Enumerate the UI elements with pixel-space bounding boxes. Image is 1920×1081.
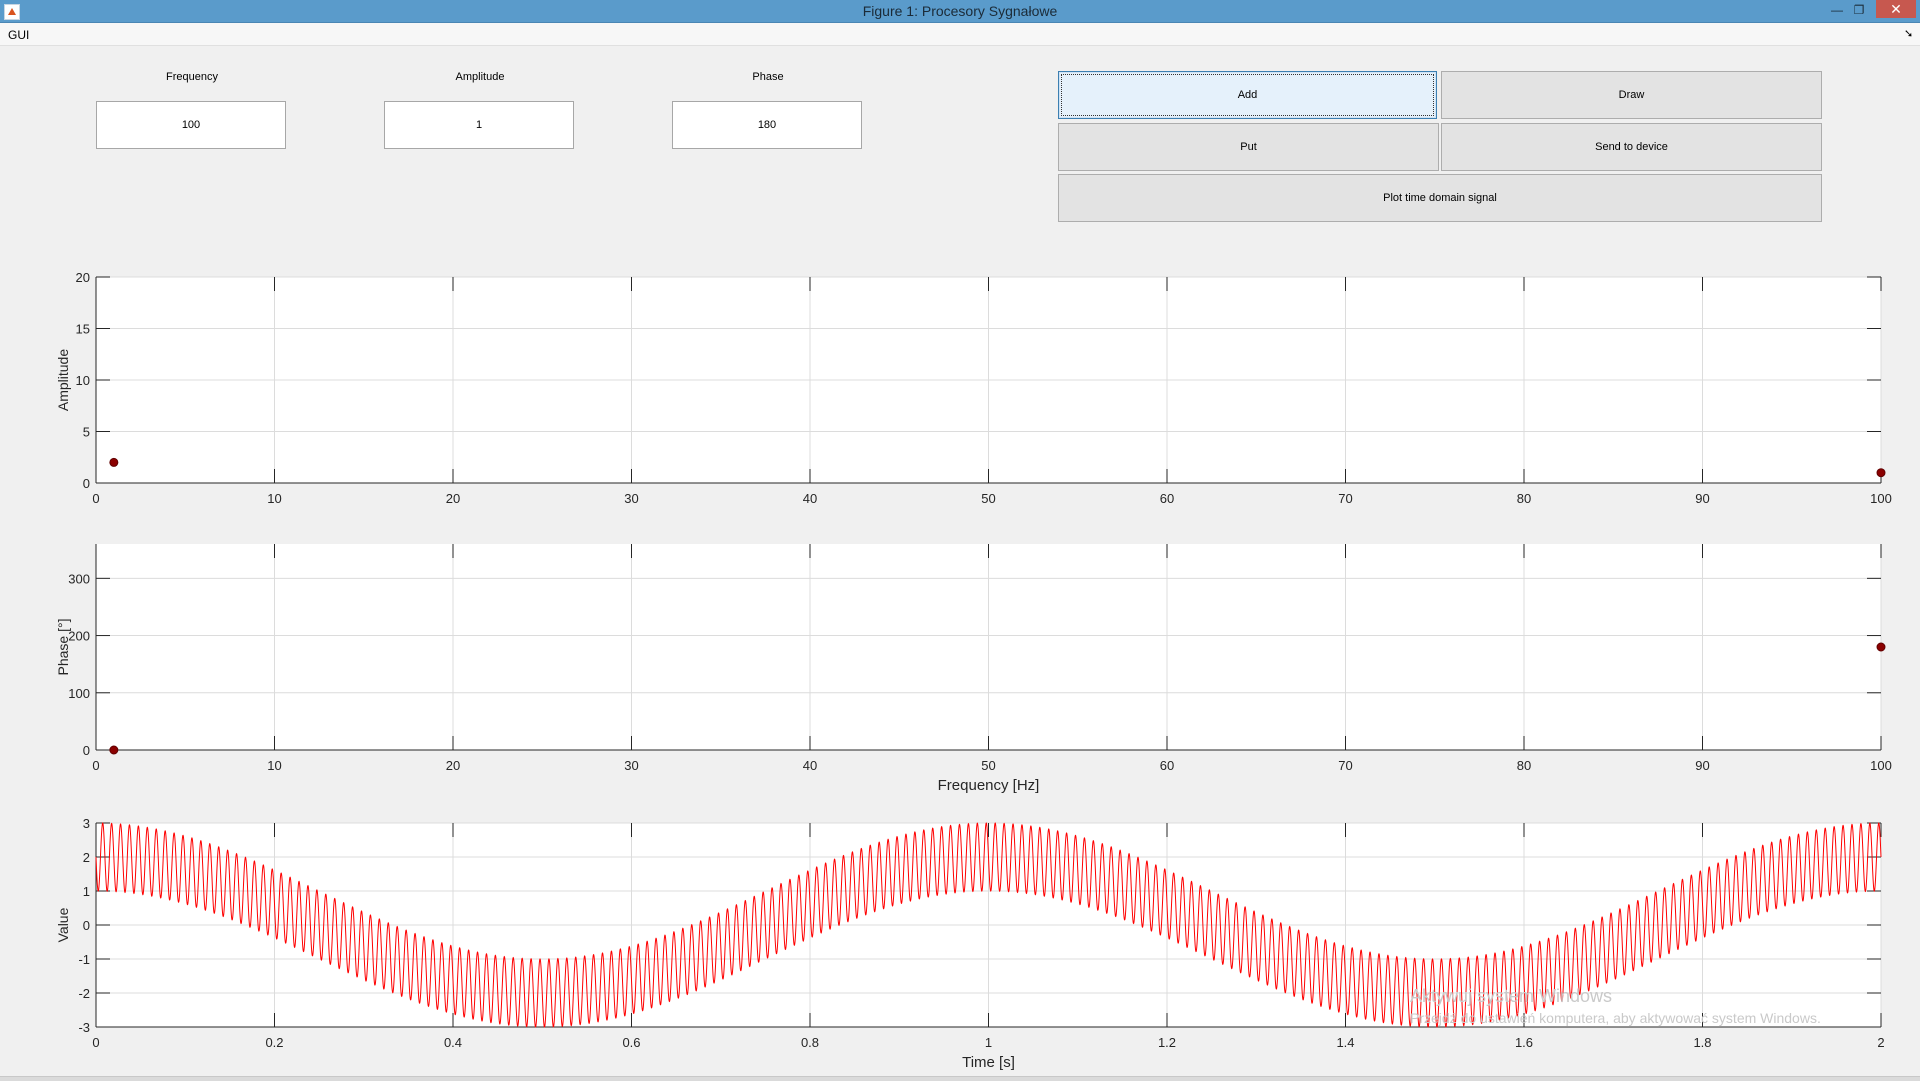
y-tick-label: 100 bbox=[68, 686, 90, 701]
y-axis-label: Phase [°] bbox=[55, 619, 71, 676]
y-tick-label: 15 bbox=[76, 322, 90, 337]
x-tick-label: 50 bbox=[981, 758, 995, 773]
watermark-line1: Aktywuj system Windows bbox=[1410, 986, 1613, 1006]
data-point bbox=[109, 745, 119, 755]
y-tick-label: 2 bbox=[83, 850, 90, 865]
x-tick-label: 70 bbox=[1338, 758, 1352, 773]
y-axis-label: Value bbox=[55, 907, 71, 942]
y-tick-label: 1 bbox=[83, 884, 90, 899]
watermark-line2: Przejdź do ustawień komputera, aby aktyw… bbox=[1410, 1010, 1821, 1026]
x-tick-label: 1 bbox=[985, 1035, 992, 1050]
x-tick-label: 40 bbox=[803, 491, 817, 506]
y-tick-label: 0 bbox=[83, 743, 90, 758]
y-tick-label: -3 bbox=[78, 1020, 90, 1035]
y-tick-label: 0 bbox=[83, 918, 90, 933]
x-tick-label: 0.2 bbox=[265, 1035, 283, 1050]
x-tick-label: 10 bbox=[267, 758, 281, 773]
x-tick-label: 50 bbox=[981, 491, 995, 506]
x-tick-label: 80 bbox=[1517, 491, 1531, 506]
x-axis-label: Time [s] bbox=[962, 1054, 1015, 1071]
x-tick-label: 1.2 bbox=[1158, 1035, 1176, 1050]
x-tick-label: 90 bbox=[1695, 491, 1709, 506]
x-tick-label: 100 bbox=[1870, 758, 1892, 773]
x-tick-label: 1.8 bbox=[1693, 1035, 1711, 1050]
x-tick-label: 0.6 bbox=[622, 1035, 640, 1050]
x-tick-label: 60 bbox=[1160, 491, 1174, 506]
x-tick-label: 90 bbox=[1695, 758, 1709, 773]
y-axis-label: Amplitude bbox=[55, 349, 71, 411]
data-point bbox=[1876, 642, 1886, 652]
x-tick-label: 20 bbox=[446, 758, 460, 773]
x-tick-label: 60 bbox=[1160, 758, 1174, 773]
x-axis-label: Frequency [Hz] bbox=[938, 777, 1040, 794]
x-tick-label: 1.4 bbox=[1336, 1035, 1354, 1050]
x-tick-label: 100 bbox=[1870, 491, 1892, 506]
y-tick-label: 10 bbox=[76, 373, 90, 388]
bottom-bar bbox=[0, 1076, 1920, 1081]
x-tick-label: 40 bbox=[803, 758, 817, 773]
x-tick-label: 0.8 bbox=[801, 1035, 819, 1050]
x-tick-label: 20 bbox=[446, 491, 460, 506]
y-tick-label: 5 bbox=[83, 425, 90, 440]
x-tick-label: 0 bbox=[92, 1035, 99, 1050]
charts-area: 0 10 20 30 40 50 60 70 80 90 10005101520Amplitude0… bbox=[55, 270, 1892, 1071]
x-tick-label: 0.4 bbox=[444, 1035, 462, 1050]
x-tick-label: 0 bbox=[92, 758, 99, 773]
x-tick-label: 2 bbox=[1877, 1035, 1884, 1050]
y-tick-label: 20 bbox=[76, 270, 90, 285]
y-tick-label: 3 bbox=[83, 816, 90, 831]
x-tick-label: 1.6 bbox=[1515, 1035, 1533, 1050]
data-point bbox=[109, 457, 119, 467]
x-tick-label: 0 bbox=[92, 491, 99, 506]
x-tick-label: 80 bbox=[1517, 758, 1531, 773]
data-point bbox=[1876, 468, 1886, 478]
y-tick-label: 300 bbox=[68, 571, 90, 586]
x-tick-label: 10 bbox=[267, 491, 281, 506]
y-tick-label: 0 bbox=[83, 476, 90, 491]
x-tick-label: 30 bbox=[624, 758, 638, 773]
y-tick-label: 200 bbox=[68, 629, 90, 644]
x-tick-label: 30 bbox=[624, 491, 638, 506]
y-tick-label: -2 bbox=[78, 986, 90, 1001]
x-tick-label: 70 bbox=[1338, 491, 1352, 506]
y-tick-label: -1 bbox=[78, 952, 90, 967]
